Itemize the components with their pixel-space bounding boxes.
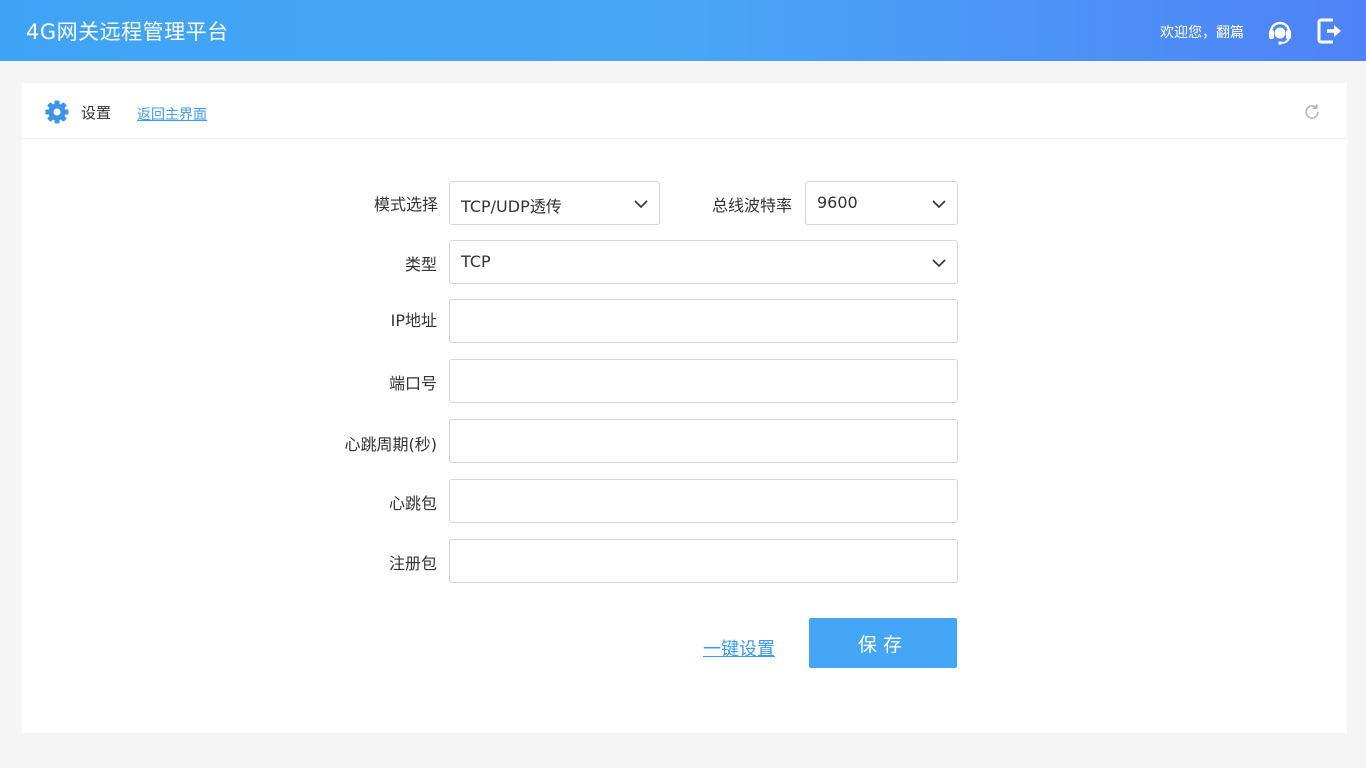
welcome-text: 欢迎您，翻篇	[1160, 25, 1244, 41]
heartbeat-packet-field	[449, 479, 958, 523]
ip-address-input[interactable]	[450, 300, 957, 342]
top-bar: 4G网关远程管理平台 欢迎您，翻篇	[0, 0, 1366, 61]
one-key-setup-link[interactable]: 一键设置	[703, 635, 775, 661]
gear-icon	[44, 99, 70, 125]
ip-address-label: IP地址	[390, 311, 437, 330]
mode-select[interactable]: TCP/UDP透传	[449, 181, 660, 225]
baud-rate-select[interactable]: 9600	[805, 181, 958, 225]
panel-header: 设置 返回主界面	[22, 83, 1347, 139]
chevron-down-icon	[633, 196, 649, 212]
baud-rate-label: 总线波特率	[711, 196, 792, 215]
type-label: 类型	[404, 255, 437, 274]
heartbeat-period-field	[449, 419, 958, 463]
mode-label: 模式选择	[373, 195, 438, 214]
register-packet-input[interactable]	[450, 540, 957, 582]
type-select-value: TCP	[461, 252, 491, 271]
mode-select-value: TCP/UDP透传	[461, 197, 562, 216]
register-packet-label: 注册包	[388, 554, 437, 573]
type-select[interactable]: TCP	[449, 240, 958, 284]
port-label: 端口号	[388, 374, 437, 393]
page-title: 设置	[81, 104, 112, 122]
heartbeat-period-label: 心跳周期(秒)	[344, 435, 438, 454]
heartbeat-period-input[interactable]	[450, 420, 957, 462]
port-field	[449, 359, 958, 403]
chevron-down-icon	[931, 196, 947, 212]
refresh-icon[interactable]	[1303, 103, 1321, 121]
headset-support-icon[interactable]	[1266, 17, 1294, 45]
heartbeat-packet-label: 心跳包	[388, 494, 437, 513]
port-input[interactable]	[450, 360, 957, 402]
logout-icon[interactable]	[1317, 17, 1345, 45]
back-to-main-link[interactable]: 返回主界面	[137, 104, 207, 124]
baud-rate-select-value: 9600	[817, 193, 858, 212]
chevron-down-icon	[931, 255, 947, 271]
save-button[interactable]: 保存	[809, 618, 957, 668]
app-title: 4G网关远程管理平台	[26, 20, 229, 44]
heartbeat-packet-input[interactable]	[450, 480, 957, 522]
ip-address-field	[449, 299, 958, 343]
settings-panel: 设置 返回主界面 模式选择 TCP/UDP透传 总线波特率 9600 类型 TC…	[22, 83, 1347, 733]
register-packet-field	[449, 539, 958, 583]
